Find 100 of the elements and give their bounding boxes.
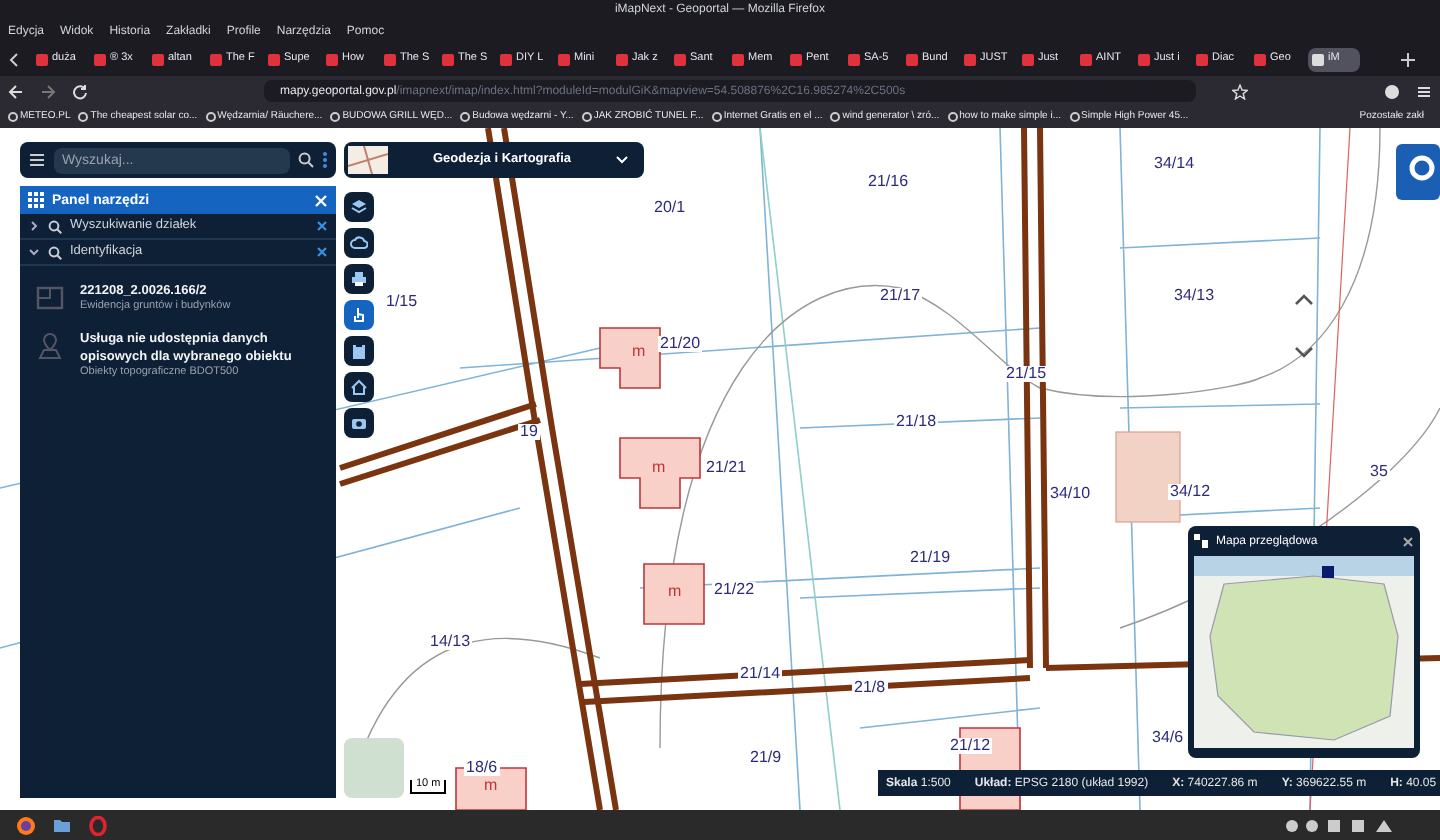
favicon-icon xyxy=(94,54,106,66)
parcel-number: 21/12 xyxy=(948,738,993,754)
favicon-icon xyxy=(210,54,222,66)
parcel-number: 34/6 xyxy=(1150,730,1186,746)
favicon-icon xyxy=(36,54,48,66)
favicon-icon xyxy=(906,54,918,66)
building-label: m xyxy=(632,344,646,360)
home-tool-button[interactable] xyxy=(344,372,374,402)
parcel-number: 21/17 xyxy=(878,288,923,304)
layers-tool-button[interactable] xyxy=(344,192,374,222)
globe-icon xyxy=(330,112,341,122)
print-tool-button[interactable] xyxy=(344,264,374,294)
pointer-icon xyxy=(350,306,368,324)
favicon-icon xyxy=(848,54,860,66)
globe-icon xyxy=(205,112,216,122)
parcel-number: 34/10 xyxy=(1048,486,1093,502)
close-icon[interactable] xyxy=(316,246,328,258)
favicon-icon xyxy=(616,54,628,66)
building-label: m xyxy=(668,584,682,600)
favicon-icon xyxy=(500,54,512,66)
building-label: m xyxy=(652,460,666,476)
parcel-number: 21/15 xyxy=(1004,366,1049,382)
search-icon[interactable] xyxy=(298,152,314,168)
parcel-number: 35 xyxy=(1368,464,1390,480)
map-icon xyxy=(1194,534,1208,548)
parcel-number: 1/15 xyxy=(384,294,420,310)
search-icon xyxy=(48,219,62,233)
folder-icon[interactable] xyxy=(52,815,72,835)
parcel-number: 21/22 xyxy=(712,582,757,598)
parcel-number: 21/18 xyxy=(894,414,939,430)
parcel-icon xyxy=(36,284,64,312)
print-icon xyxy=(350,270,368,288)
chevron-left-icon[interactable] xyxy=(8,52,20,68)
parcel-number: 34/13 xyxy=(1172,288,1217,304)
plus-icon[interactable] xyxy=(1400,52,1416,68)
close-icon[interactable] xyxy=(316,220,328,232)
map-pin-icon xyxy=(36,331,64,359)
favicon-icon xyxy=(790,54,802,66)
favicon-icon xyxy=(674,54,686,66)
map-thumbnail-icon xyxy=(348,146,388,174)
cloud-icon xyxy=(350,234,368,252)
chevron-icon xyxy=(28,246,40,258)
parcel-number: 20/1 xyxy=(652,200,688,216)
favicon-icon xyxy=(442,54,454,66)
globe-icon xyxy=(1069,112,1080,122)
globe-icon xyxy=(581,112,592,122)
pan-arrows-icon[interactable] xyxy=(1292,292,1316,360)
favicon-icon xyxy=(558,54,570,66)
parcel-number: 21/14 xyxy=(738,666,783,682)
chevron-down-icon xyxy=(616,156,628,164)
favicon-icon xyxy=(1312,54,1324,66)
clipboard-tool-button[interactable] xyxy=(344,336,374,366)
camera-icon xyxy=(350,414,368,432)
menu-icon[interactable] xyxy=(1416,83,1432,99)
globe-icon xyxy=(947,112,958,122)
favicon-icon xyxy=(152,54,164,66)
parcel-number: 21/8 xyxy=(852,680,888,696)
chevron-icon xyxy=(28,220,40,232)
parcel-number: 34/12 xyxy=(1168,484,1213,500)
globe-icon xyxy=(830,112,841,122)
parcel-number: 19 xyxy=(518,424,540,440)
forward-icon[interactable] xyxy=(40,83,56,99)
more-icon[interactable] xyxy=(322,152,328,168)
parcel-number: 21/16 xyxy=(866,174,911,190)
camera-tool-button[interactable] xyxy=(344,408,374,438)
parcel-number: 21/20 xyxy=(658,336,703,352)
cloud-tool-button[interactable] xyxy=(344,228,374,258)
parcel-number: 21/9 xyxy=(748,750,784,766)
globe-icon xyxy=(8,112,18,122)
clipboard-icon xyxy=(350,342,368,360)
favicon-icon xyxy=(1196,54,1208,66)
layers-icon xyxy=(350,198,368,216)
basemap-switcher[interactable] xyxy=(344,738,404,798)
globe-icon xyxy=(460,112,471,122)
favicon-icon xyxy=(964,54,976,66)
search-icon xyxy=(48,245,62,259)
favicon-icon xyxy=(1022,54,1034,66)
favicon-icon xyxy=(384,54,396,66)
reload-icon[interactable] xyxy=(72,83,88,99)
favicon-icon xyxy=(1080,54,1092,66)
favicon-icon xyxy=(1138,54,1150,66)
back-icon[interactable] xyxy=(8,83,24,99)
building-label: m xyxy=(484,778,498,794)
parcel-number: 14/13 xyxy=(428,634,473,650)
favicon-icon xyxy=(732,54,744,66)
parcel-number: 18/6 xyxy=(464,760,500,776)
parcel-number: 34/14 xyxy=(1152,156,1197,172)
favicon-icon xyxy=(268,54,280,66)
close-icon[interactable] xyxy=(1402,535,1414,547)
star-icon[interactable] xyxy=(1232,83,1248,99)
opera-icon[interactable] xyxy=(88,815,108,835)
firefox-icon[interactable] xyxy=(16,815,36,835)
home-icon xyxy=(350,378,368,396)
favicon-icon xyxy=(1254,54,1266,66)
favicon-icon xyxy=(326,54,338,66)
grid-icon xyxy=(28,192,44,208)
globe-icon xyxy=(711,112,722,122)
pointer-tool-button[interactable] xyxy=(344,300,374,330)
parcel-number: 21/19 xyxy=(908,550,953,566)
menu-icon[interactable] xyxy=(28,152,46,168)
